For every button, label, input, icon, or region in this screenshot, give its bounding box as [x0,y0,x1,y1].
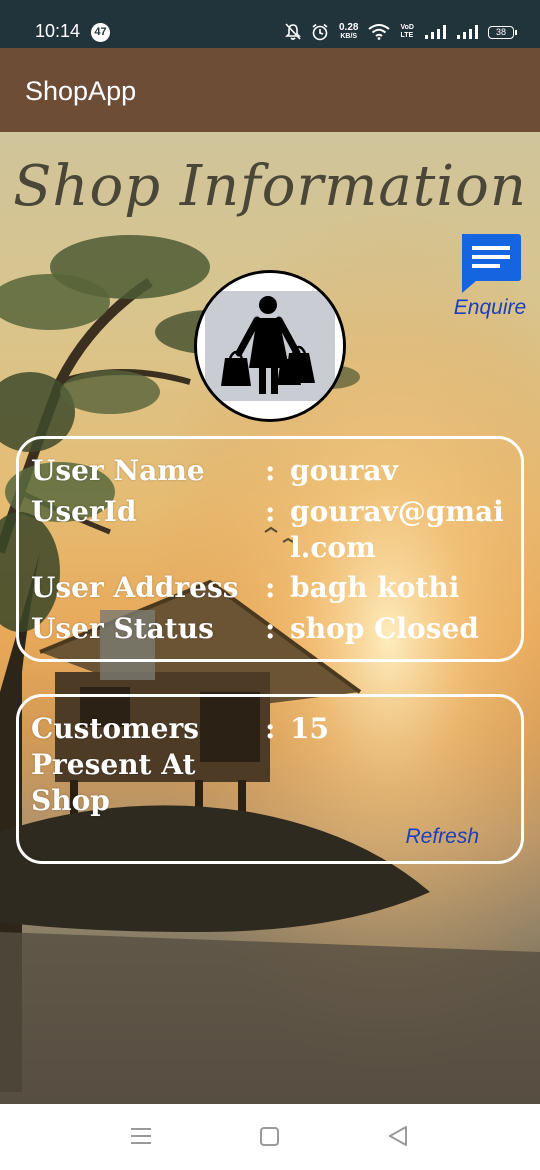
shop-info-screen: Shop Information Enquire User Name: gou… [0,132,540,1104]
customers-present-label: Customers Present At Shop [31,712,199,817]
enquire-label[interactable]: Enquire [450,296,530,320]
back-icon[interactable] [387,1124,409,1148]
wifi-icon [368,24,391,40]
signal-strength-icon [424,25,446,39]
enquire-button[interactable]: Enquire [450,230,530,320]
customers-card: Customers Present At Shop : 15 Refresh [16,694,524,864]
volte-indicator: VoD LTE [400,24,413,40]
notification-count-badge: 47 [91,23,110,42]
alarm-icon [312,23,328,41]
message-icon[interactable] [458,230,522,294]
user-name-label: User Name [31,454,205,487]
user-address-value: bagh kothi [290,571,460,604]
bell-off-icon [285,23,301,40]
app-bar: ShopApp [0,48,540,132]
user-status-separator: : [265,612,276,645]
customers-present-value: 15 [290,712,329,745]
customers-separator: : [265,712,276,745]
user-address-separator: : [265,571,276,604]
user-info-card: User Name : gourav UserId : gourav@gmail… [16,436,524,662]
menu-icon[interactable] [130,1124,152,1148]
network-speed-unit: KB/S [340,33,358,40]
volte-label-2: LTE [400,32,414,39]
shop-avatar [194,270,346,422]
volte-label-1: VoD [400,24,414,31]
user-status-value: shop Closed [290,612,479,645]
user-address-label: User Address [31,571,239,604]
home-icon[interactable] [259,1124,281,1148]
status-bar: 10:14 47 0.28 KB/S VoD LTE 38 [0,0,540,48]
network-speed: 0.28 KB/S [339,23,358,41]
user-id-label: UserId [31,495,137,528]
status-time: 10:14 [35,21,81,41]
user-name-separator: : [265,454,276,487]
user-id-separator: : [265,495,276,528]
user-name-value: gourav [290,454,398,487]
battery-indicator: 38 [487,25,517,39]
signal-strength-2-icon [456,25,478,39]
status-icons: 0.28 KB/S VoD LTE 38 [285,20,517,44]
user-id-value: gourav@gmail.com [290,495,504,564]
shopping-person-icon [197,273,343,419]
navigation-bar [0,1104,540,1170]
app-title: ShopApp [25,76,137,106]
refresh-button[interactable]: Refresh [405,825,479,849]
user-status-label: User Status [31,612,214,645]
page-title: Shop Information [13,154,527,219]
